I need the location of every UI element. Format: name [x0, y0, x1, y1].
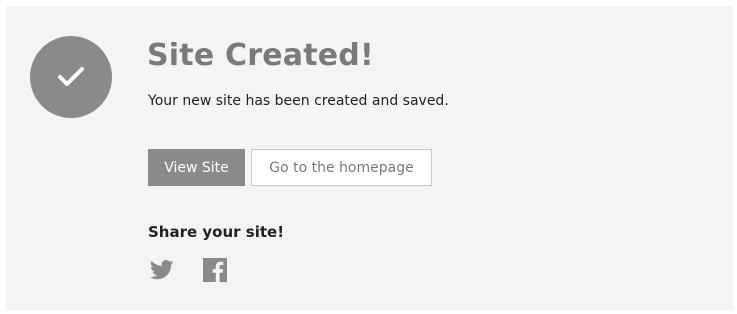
twitter-share-link[interactable] [149, 258, 175, 282]
success-checkmark-icon [30, 36, 112, 118]
go-to-homepage-button[interactable]: Go to the homepage [251, 149, 432, 186]
facebook-share-link[interactable] [202, 258, 228, 282]
confirmation-message: Your new site has been created and saved… [148, 93, 449, 109]
share-heading: Share your site! [148, 223, 285, 241]
facebook-icon [203, 258, 227, 282]
checkmark-icon [58, 67, 84, 86]
confirmation-panel: Site Created! Your new site has been cre… [6, 6, 733, 310]
twitter-icon [150, 260, 174, 280]
page-title: Site Created! [147, 38, 374, 73]
view-site-button[interactable]: View Site [148, 149, 245, 186]
